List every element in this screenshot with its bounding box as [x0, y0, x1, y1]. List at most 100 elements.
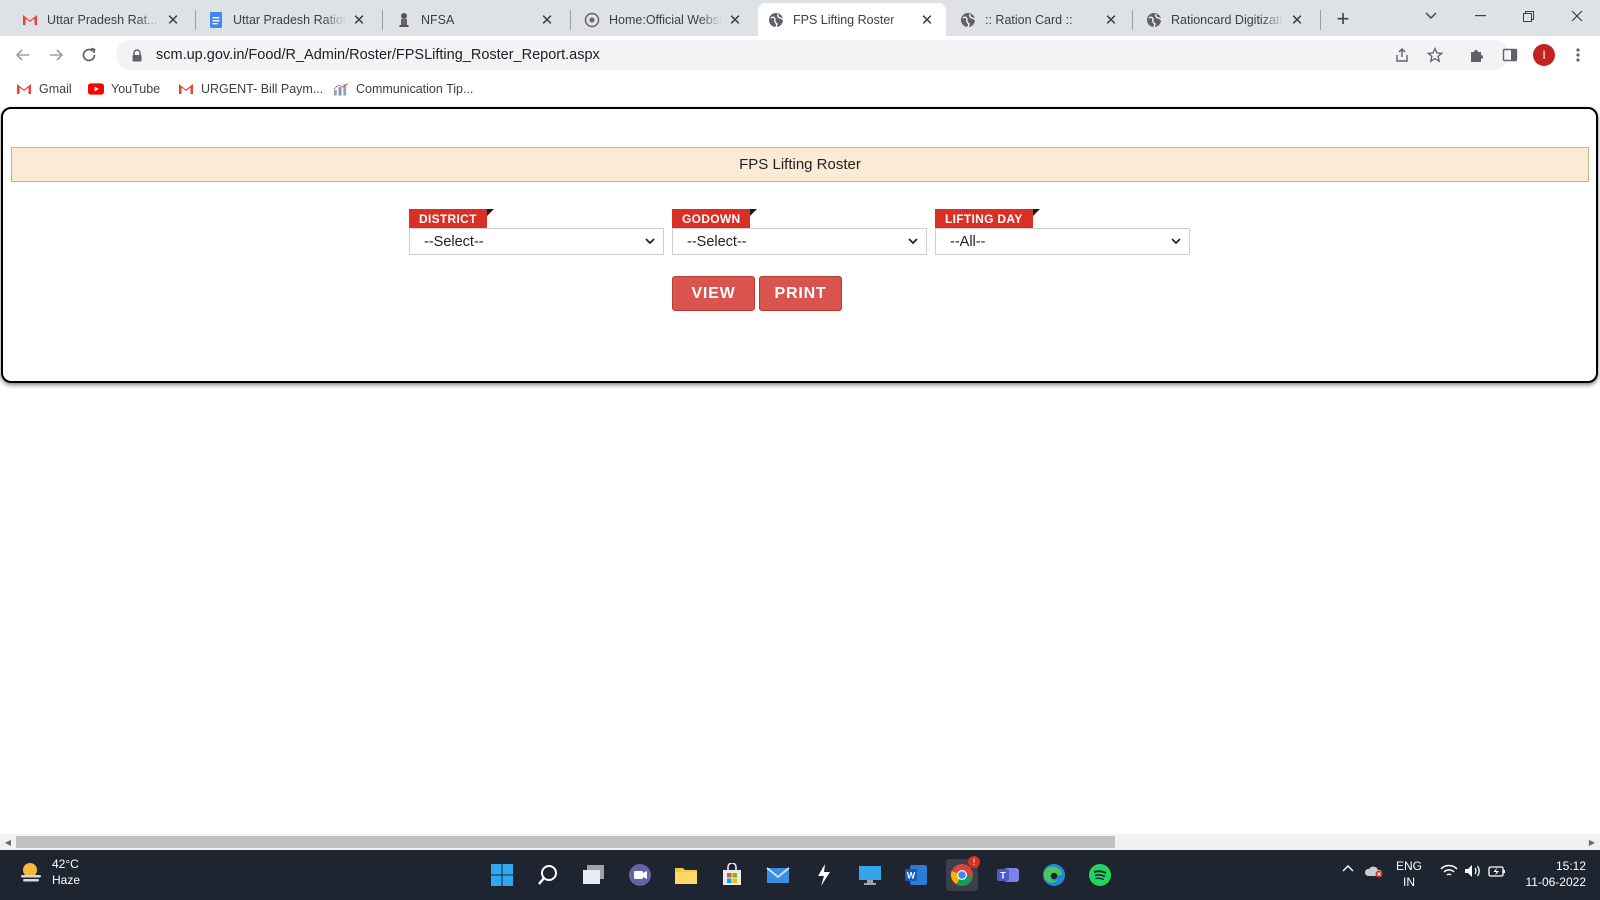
tab-rationcard-digitization[interactable]: Rationcard Digitization ✕ — [1136, 3, 1316, 36]
gmail-icon — [178, 82, 194, 96]
edge-icon[interactable] — [1038, 859, 1070, 891]
remote-desktop-icon[interactable] — [854, 859, 886, 891]
lock-icon[interactable] — [130, 48, 144, 62]
volume-icon[interactable] — [1462, 864, 1484, 878]
close-window-icon[interactable] — [1554, 0, 1600, 32]
battery-icon[interactable] — [1486, 864, 1508, 878]
profile-avatar[interactable]: I — [1533, 44, 1555, 66]
close-icon[interactable]: ✕ — [164, 11, 182, 29]
bookmark-communication[interactable]: Communication Tip... — [333, 79, 473, 99]
tab-label: Uttar Pradesh Rat... - — [47, 12, 160, 27]
chevron-up-icon[interactable] — [1339, 864, 1357, 872]
svg-text:W: W — [907, 871, 916, 881]
horizontal-scrollbar[interactable]: ◀ ▶ — [0, 834, 1600, 850]
close-icon[interactable]: ✕ — [1102, 11, 1120, 29]
close-icon[interactable]: ✕ — [350, 11, 368, 29]
wifi-icon[interactable] — [1438, 864, 1460, 878]
district-select-value: --Select-- — [424, 233, 484, 250]
teams-icon[interactable]: T — [992, 859, 1024, 891]
file-explorer-icon[interactable] — [670, 859, 702, 891]
forward-icon[interactable] — [41, 40, 71, 70]
back-icon[interactable] — [8, 40, 38, 70]
weather-temp: 42°C — [52, 857, 79, 871]
bookmarks-bar: Gmail YouTube URGENT- Bill Paym... Commu… — [0, 74, 1600, 104]
tab-label: Uttar Pradesh Ration — [233, 12, 346, 27]
spotify-icon[interactable] — [1084, 859, 1116, 891]
system-clock[interactable]: 15:12 11-06-2022 — [1516, 858, 1587, 890]
tab-gmail[interactable]: Uttar Pradesh Rat... - ✕ — [12, 3, 192, 36]
tab-label: Home:Official Website — [609, 12, 722, 27]
scroll-left-icon[interactable]: ◀ — [0, 834, 16, 850]
svg-text:T: T — [1000, 871, 1006, 881]
chevron-down-icon — [1169, 234, 1183, 248]
close-icon[interactable]: ✕ — [726, 11, 744, 29]
scrollbar-thumb[interactable] — [16, 836, 1115, 848]
teams-chat-icon[interactable] — [624, 859, 656, 891]
scroll-right-icon[interactable]: ▶ — [1584, 834, 1600, 850]
page-viewport: FPS Lifting Roster DISTRICT --Select-- G… — [0, 104, 1600, 834]
tab-separator — [382, 10, 383, 30]
godown-select[interactable]: --Select-- — [672, 228, 927, 255]
close-icon[interactable]: ✕ — [918, 11, 936, 29]
extensions-icon[interactable] — [1462, 40, 1492, 70]
district-select[interactable]: --Select-- — [409, 228, 664, 255]
globe-icon — [768, 12, 784, 28]
tab-separator — [195, 10, 196, 30]
tab-label: Rationcard Digitization — [1171, 12, 1284, 27]
search-icon[interactable] — [532, 859, 564, 891]
tab-search-icon[interactable] — [1408, 0, 1454, 32]
bookmark-star-icon[interactable] — [1420, 40, 1450, 70]
chevron-down-icon — [643, 234, 657, 248]
bookmark-label: YouTube — [111, 82, 161, 96]
lifting-day-select[interactable]: --All-- — [935, 228, 1190, 255]
tab-fps-lifting-roster[interactable]: FPS Lifting Roster ✕ — [758, 3, 946, 36]
tab-label: FPS Lifting Roster — [793, 12, 895, 27]
bookmark-label: URGENT- Bill Paym... — [201, 82, 324, 96]
view-button[interactable]: VIEW — [672, 276, 755, 311]
godown-select-value: --Select-- — [687, 233, 747, 250]
task-view-icon[interactable] — [578, 859, 610, 891]
tab-ration-card[interactable]: :: Ration Card :: ✕ — [950, 3, 1130, 36]
language-region: IN — [1403, 875, 1415, 889]
tab-separator — [570, 10, 571, 30]
menu-icon[interactable] — [1563, 40, 1593, 70]
weather-widget[interactable]: 42°C Haze — [18, 856, 80, 888]
store-icon[interactable] — [716, 859, 748, 891]
browser-toolbar: scm.up.gov.in/Food/R_Admin/Roster/FPSLif… — [0, 36, 1600, 74]
bookmark-youtube[interactable]: YouTube — [88, 79, 160, 99]
share-icon[interactable] — [1387, 40, 1417, 70]
word-icon[interactable]: W — [900, 859, 932, 891]
tab-nfsa[interactable]: NFSA ✕ — [386, 3, 566, 36]
bookmark-label: Communication Tip... — [356, 82, 474, 96]
print-button[interactable]: PRINT — [759, 276, 842, 311]
reload-icon[interactable] — [74, 40, 104, 70]
clock-date: 11-06-2022 — [1525, 875, 1587, 889]
haze-sun-icon — [21, 863, 41, 882]
lifting-day-field: LIFTING DAY --All-- — [935, 209, 1190, 255]
taskbar: 42°C Haze W ! T ENG IN 15:12 11-06-2022 — [0, 850, 1600, 900]
power-automate-icon[interactable] — [808, 859, 840, 891]
close-icon[interactable]: ✕ — [1288, 11, 1306, 29]
roster-panel: FPS Lifting Roster DISTRICT --Select-- G… — [1, 107, 1598, 383]
new-tab-button[interactable]: + — [1330, 6, 1356, 32]
district-label: DISTRICT — [409, 209, 494, 228]
godown-field: GODOWN --Select-- — [672, 209, 927, 255]
bookmark-urgent-bill[interactable]: URGENT- Bill Paym... — [178, 79, 323, 99]
close-icon[interactable]: ✕ — [538, 11, 556, 29]
restore-icon[interactable] — [1505, 0, 1551, 32]
minimize-icon[interactable] — [1457, 0, 1503, 32]
onedrive-icon[interactable] — [1363, 864, 1385, 878]
start-icon[interactable] — [486, 859, 518, 891]
tab-official-website[interactable]: Home:Official Website ✕ — [574, 3, 754, 36]
mail-icon[interactable] — [762, 859, 794, 891]
tab-docs[interactable]: Uttar Pradesh Ration ✕ — [198, 3, 378, 36]
bookmark-gmail[interactable]: Gmail — [16, 79, 72, 99]
chrome-icon[interactable]: ! — [946, 856, 980, 891]
side-panel-icon[interactable] — [1495, 40, 1525, 70]
bookmark-label: Gmail — [39, 82, 72, 96]
address-bar[interactable]: scm.up.gov.in/Food/R_Admin/Roster/FPSLif… — [116, 40, 1509, 70]
language-indicator[interactable]: ENG IN — [1396, 858, 1422, 890]
weather-condition: Haze — [52, 873, 81, 887]
chrome-notification-badge: ! — [968, 856, 980, 868]
lifting-day-label: LIFTING DAY — [935, 209, 1040, 228]
